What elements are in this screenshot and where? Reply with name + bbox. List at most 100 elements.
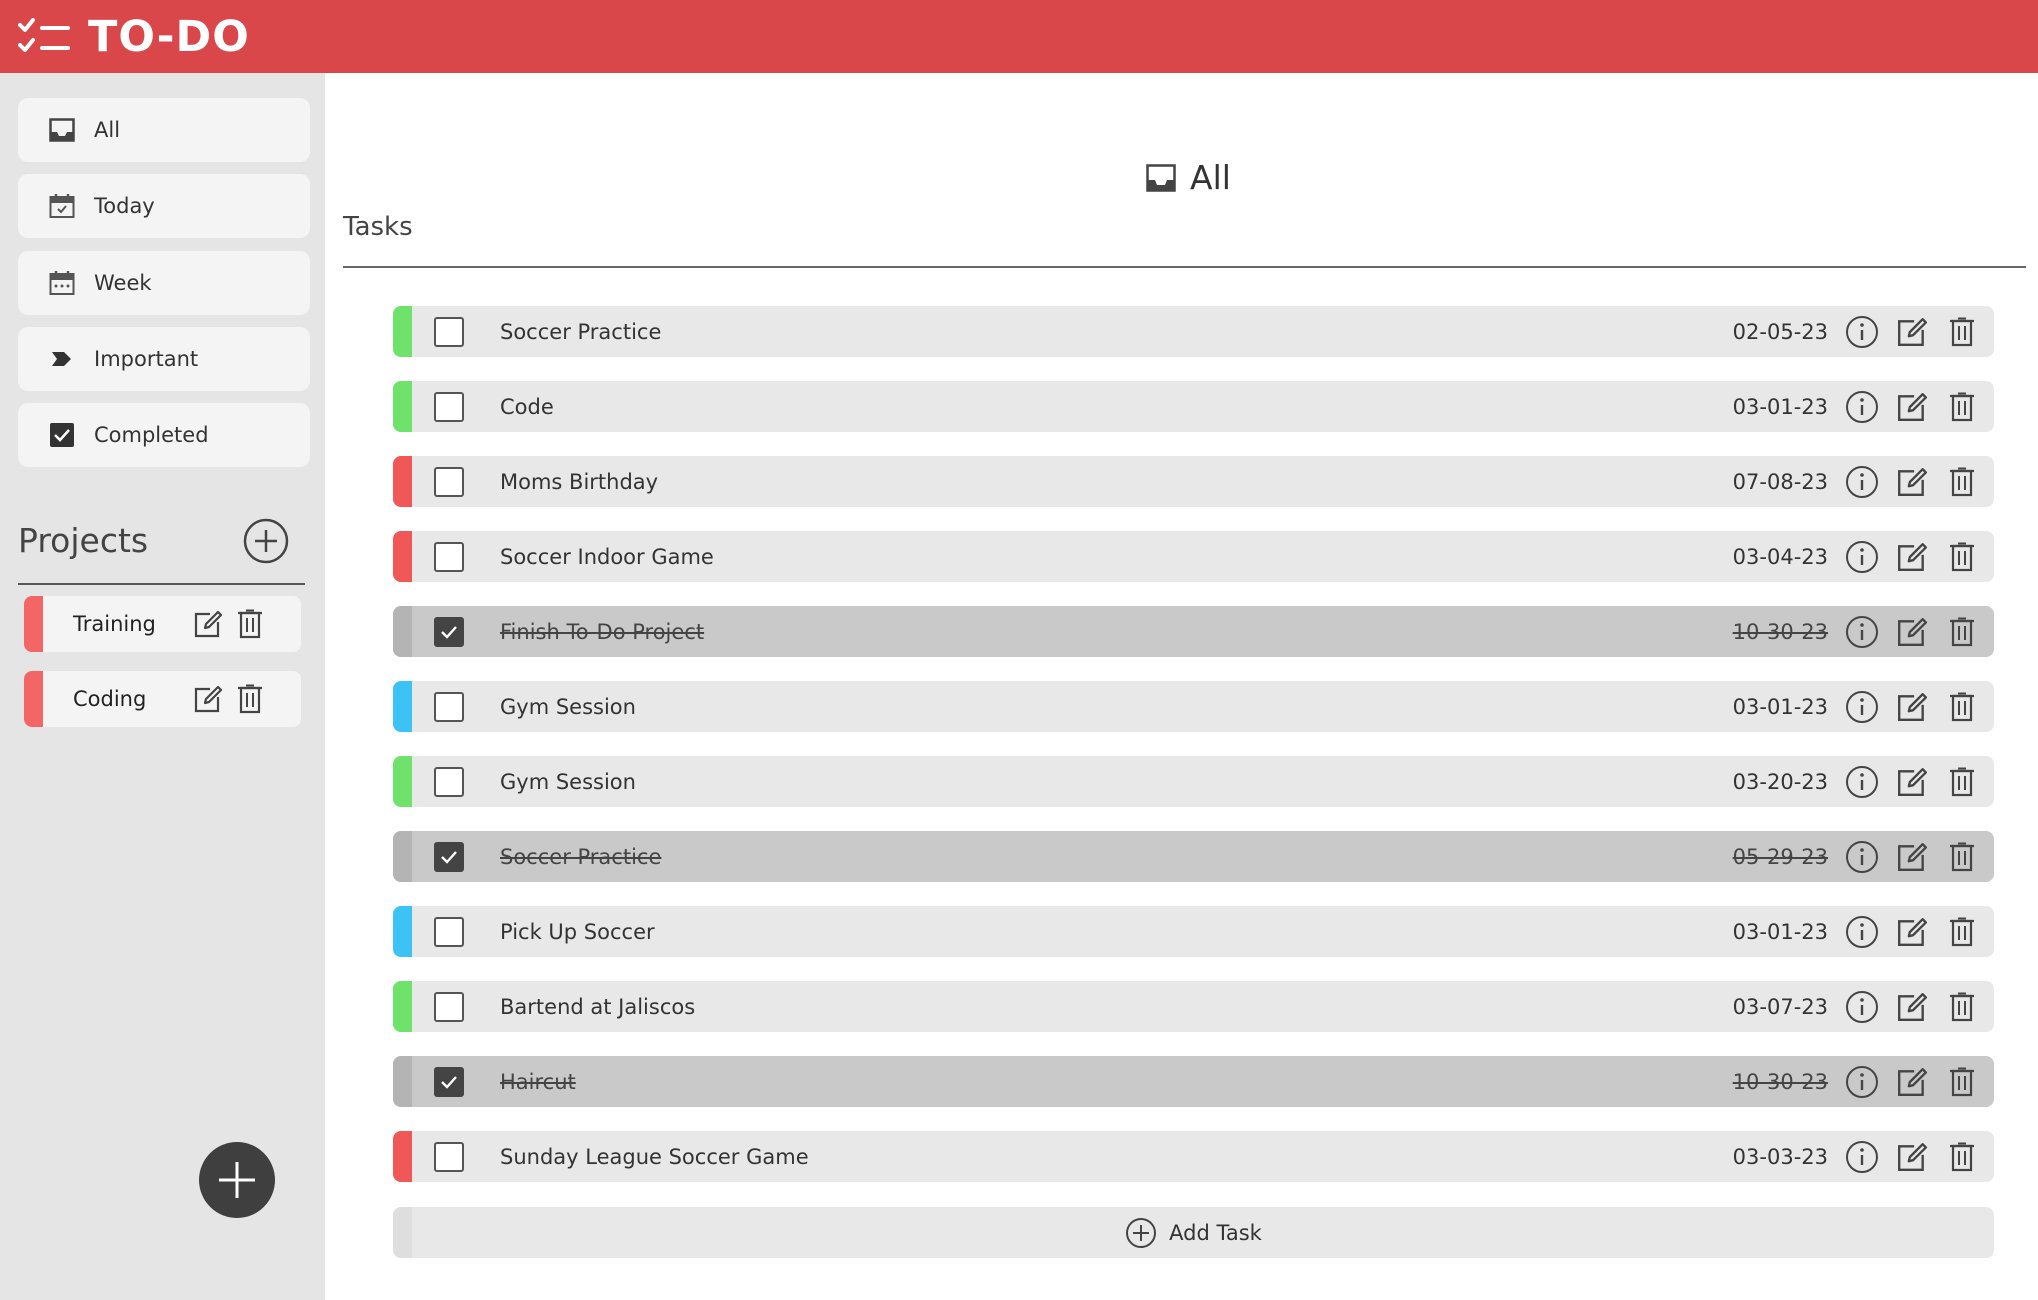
- edit-icon[interactable]: [191, 682, 225, 716]
- priority-color-bar: [393, 456, 412, 507]
- info-icon[interactable]: [1844, 914, 1880, 950]
- edit-icon[interactable]: [1894, 914, 1930, 950]
- task-checkbox[interactable]: [434, 841, 464, 872]
- task-row[interactable]: Soccer Practice 05-29-23: [393, 831, 1994, 882]
- edit-icon[interactable]: [1894, 464, 1930, 500]
- trash-icon[interactable]: [1944, 539, 1980, 575]
- info-icon[interactable]: [1844, 614, 1880, 650]
- edit-icon[interactable]: [1894, 1139, 1930, 1175]
- task-checkbox[interactable]: [434, 916, 464, 947]
- info-icon[interactable]: [1844, 764, 1880, 800]
- info-icon[interactable]: [1844, 314, 1880, 350]
- task-row[interactable]: Soccer Practice 02-05-23: [393, 306, 1994, 357]
- task-name: Soccer Practice: [500, 319, 662, 344]
- task-row[interactable]: Code 03-01-23: [393, 381, 1994, 432]
- info-icon[interactable]: [1844, 989, 1880, 1025]
- task-row[interactable]: Moms Birthday 07-08-23: [393, 456, 1994, 507]
- edit-icon[interactable]: [1894, 614, 1930, 650]
- label-icon: [48, 345, 76, 373]
- nav-item-important[interactable]: Important: [18, 327, 310, 391]
- task-row[interactable]: Gym Session 03-01-23: [393, 681, 1994, 732]
- checkbox-checked-icon: [48, 421, 76, 449]
- trash-icon[interactable]: [1944, 764, 1980, 800]
- trash-icon[interactable]: [1944, 1139, 1980, 1175]
- inbox-icon: [1146, 163, 1176, 192]
- project-item-coding[interactable]: Coding: [24, 671, 301, 727]
- task-row[interactable]: Bartend at Jaliscos 03-07-23: [393, 981, 1994, 1032]
- task-checkbox[interactable]: [434, 991, 464, 1022]
- edit-icon[interactable]: [1894, 989, 1930, 1025]
- priority-color-bar: [393, 306, 412, 357]
- edit-icon[interactable]: [1894, 1064, 1930, 1100]
- project-label: Coding: [73, 687, 147, 711]
- edit-icon[interactable]: [1894, 689, 1930, 725]
- task-checkbox[interactable]: [434, 391, 464, 422]
- task-name: Haircut: [500, 1069, 576, 1094]
- task-checkbox[interactable]: [434, 616, 464, 647]
- trash-icon[interactable]: [1944, 989, 1980, 1025]
- task-checkbox[interactable]: [434, 466, 464, 497]
- task-row[interactable]: Haircut 10-30-23: [393, 1056, 1994, 1107]
- task-date: 10-30-23: [1732, 1069, 1828, 1094]
- task-date: 03-03-23: [1732, 1144, 1828, 1169]
- edit-icon[interactable]: [1894, 389, 1930, 425]
- task-date: 07-08-23: [1732, 469, 1828, 494]
- project-label: Training: [73, 612, 156, 636]
- task-checkbox[interactable]: [434, 691, 464, 722]
- task-checkbox[interactable]: [434, 1066, 464, 1097]
- edit-icon[interactable]: [1894, 839, 1930, 875]
- edit-icon[interactable]: [1894, 314, 1930, 350]
- nav-item-all[interactable]: All: [18, 98, 310, 162]
- trash-icon[interactable]: [233, 682, 267, 716]
- task-checkbox[interactable]: [434, 766, 464, 797]
- nav-item-label: Today: [94, 194, 155, 218]
- nav-item-label: Important: [94, 347, 199, 371]
- trash-icon[interactable]: [1944, 1064, 1980, 1100]
- info-icon[interactable]: [1844, 539, 1880, 575]
- task-checkbox[interactable]: [434, 541, 464, 572]
- trash-icon[interactable]: [1944, 689, 1980, 725]
- calendar-week-icon: [48, 269, 76, 297]
- edit-icon[interactable]: [191, 607, 225, 641]
- projects-title: Projects: [18, 521, 149, 560]
- task-date: 03-01-23: [1732, 694, 1828, 719]
- trash-icon[interactable]: [1944, 389, 1980, 425]
- task-row[interactable]: Pick Up Soccer 03-01-23: [393, 906, 1994, 957]
- trash-icon[interactable]: [1944, 914, 1980, 950]
- info-icon[interactable]: [1844, 1139, 1880, 1175]
- nav-item-today[interactable]: Today: [18, 174, 310, 238]
- info-icon[interactable]: [1844, 689, 1880, 725]
- add-task-fab[interactable]: [199, 1142, 275, 1218]
- nav-item-completed[interactable]: Completed: [18, 403, 310, 467]
- priority-color-bar: [393, 531, 412, 582]
- task-date: 03-20-23: [1732, 769, 1828, 794]
- priority-color-bar: [393, 906, 412, 957]
- task-name: Pick Up Soccer: [500, 919, 655, 944]
- trash-icon[interactable]: [1944, 464, 1980, 500]
- add-project-button[interactable]: [243, 518, 289, 564]
- add-task-button[interactable]: Add Task: [393, 1207, 1994, 1258]
- task-checkbox[interactable]: [434, 316, 464, 347]
- info-icon[interactable]: [1844, 839, 1880, 875]
- trash-icon[interactable]: [1944, 314, 1980, 350]
- info-icon[interactable]: [1844, 464, 1880, 500]
- task-checkbox[interactable]: [434, 1141, 464, 1172]
- task-date: 10-30-23: [1732, 619, 1828, 644]
- priority-color-bar: [393, 1131, 412, 1182]
- tasks-divider: [343, 266, 2026, 268]
- project-item-training[interactable]: Training: [24, 596, 301, 652]
- calendar-today-icon: [48, 192, 76, 220]
- trash-icon[interactable]: [233, 607, 267, 641]
- task-row[interactable]: Gym Session 03-20-23: [393, 756, 1994, 807]
- edit-icon[interactable]: [1894, 764, 1930, 800]
- task-row[interactable]: Finish To-Do Project 10-30-23: [393, 606, 1994, 657]
- trash-icon[interactable]: [1944, 839, 1980, 875]
- task-row[interactable]: Sunday League Soccer Game 03-03-23: [393, 1131, 1994, 1182]
- trash-icon[interactable]: [1944, 614, 1980, 650]
- info-icon[interactable]: [1844, 1064, 1880, 1100]
- nav-item-week[interactable]: Week: [18, 251, 310, 315]
- info-icon[interactable]: [1844, 389, 1880, 425]
- project-color-bar: [24, 671, 43, 727]
- task-row[interactable]: Soccer Indoor Game 03-04-23: [393, 531, 1994, 582]
- edit-icon[interactable]: [1894, 539, 1930, 575]
